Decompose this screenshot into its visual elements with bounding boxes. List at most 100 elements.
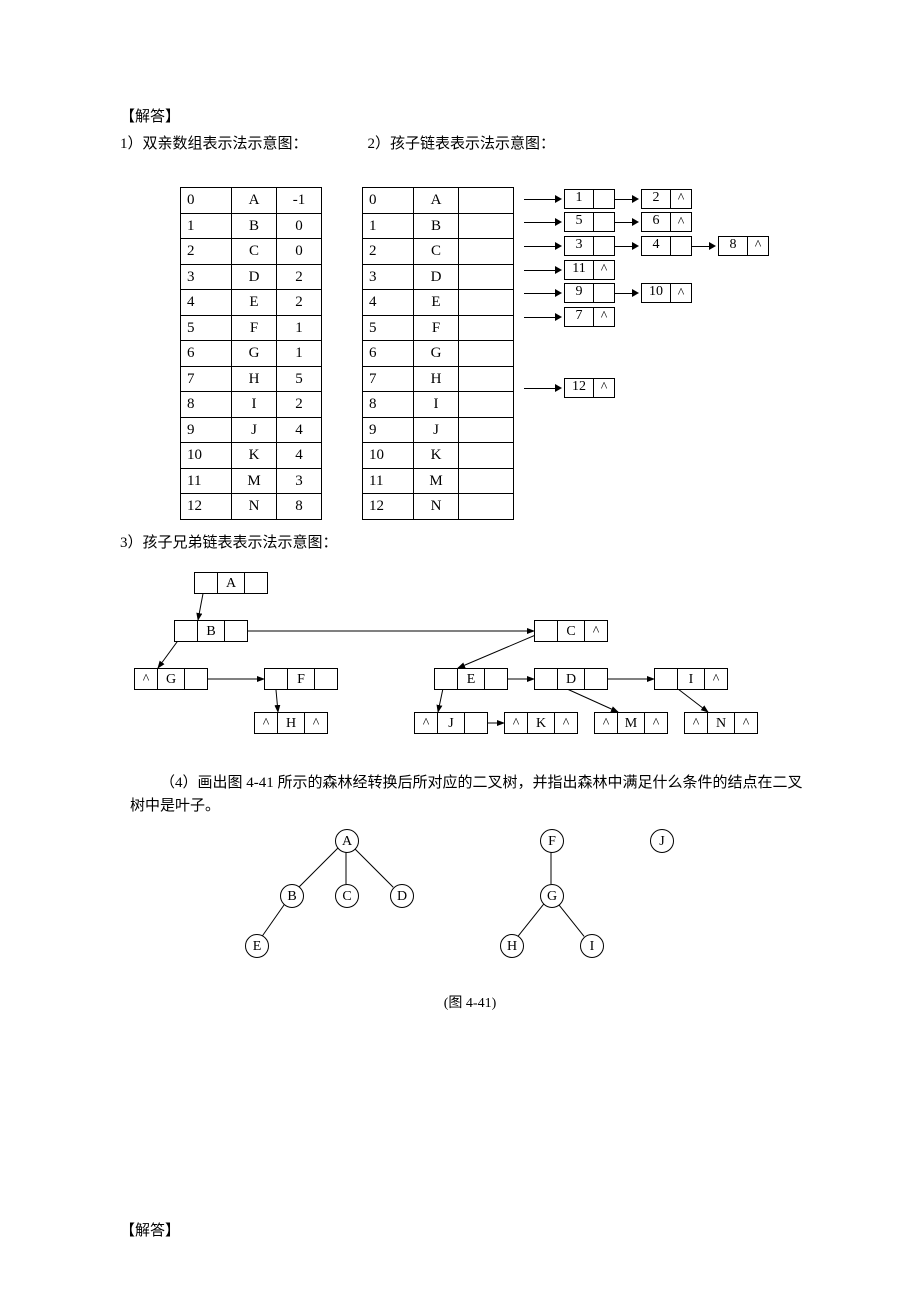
- chain-row: 11^: [524, 258, 769, 282]
- chain-node: 12^: [564, 378, 615, 398]
- table-cell: 5: [277, 366, 322, 392]
- chain-node: 5: [564, 212, 615, 232]
- table-cell: 12: [181, 494, 232, 520]
- table-cell: C: [414, 239, 459, 265]
- arrow-icon: [615, 187, 641, 210]
- arrow-icon: [524, 187, 564, 210]
- table-cell: 12: [363, 494, 414, 520]
- table-cell: M: [232, 468, 277, 494]
- table-cell: G: [414, 341, 459, 367]
- table-cell: [459, 443, 514, 469]
- table-cell: A: [232, 188, 277, 214]
- table-cell: [459, 264, 514, 290]
- table-cell: 2: [277, 392, 322, 418]
- table-cell: 1: [277, 341, 322, 367]
- table-cell: 4: [277, 443, 322, 469]
- table-cell: 2: [363, 239, 414, 265]
- table-cell: 1: [277, 315, 322, 341]
- tree-node: B: [280, 884, 304, 908]
- table-cell: 2: [181, 239, 232, 265]
- table-cell: 4: [277, 417, 322, 443]
- table-cell: 8: [277, 494, 322, 520]
- table-cell: C: [232, 239, 277, 265]
- table-cell: B: [232, 213, 277, 239]
- table-cell: E: [414, 290, 459, 316]
- cs-node: ^H^: [254, 712, 328, 734]
- cs-node: A: [194, 572, 268, 594]
- cs-node: E: [434, 668, 508, 690]
- tree-node: H: [500, 934, 524, 958]
- cs-node: ^N^: [684, 712, 758, 734]
- table-cell: [459, 290, 514, 316]
- table-cell: 0: [277, 213, 322, 239]
- arrow-icon: [524, 376, 564, 399]
- table-cell: A: [414, 188, 459, 214]
- table-cell: K: [414, 443, 459, 469]
- chain-node: 3: [564, 236, 615, 256]
- cs-node: ^K^: [504, 712, 578, 734]
- tree-node: A: [335, 829, 359, 853]
- answer-heading: 【解答】: [120, 106, 820, 129]
- table-cell: [459, 417, 514, 443]
- arrow-icon: [524, 234, 564, 257]
- table-cell: M: [414, 468, 459, 494]
- chain-row: 12^: [524, 376, 769, 400]
- table-cell: J: [414, 417, 459, 443]
- table-cell: 6: [363, 341, 414, 367]
- table-cell: 9: [363, 417, 414, 443]
- table-cell: 3: [277, 468, 322, 494]
- table-cell: 2: [277, 264, 322, 290]
- table-cell: 7: [363, 366, 414, 392]
- chain-row: 9 10^: [524, 281, 769, 305]
- cs-node: I^: [654, 668, 728, 690]
- chain-node: 8^: [718, 236, 769, 256]
- table-cell: 3: [363, 264, 414, 290]
- tree-node: G: [540, 884, 564, 908]
- table-cell: N: [232, 494, 277, 520]
- chain-node: 6^: [641, 212, 692, 232]
- chain-row: [524, 470, 769, 494]
- figure-caption: (图 4-41): [120, 993, 820, 1014]
- table-cell: 6: [181, 341, 232, 367]
- table-cell: G: [232, 341, 277, 367]
- subheading-2: 2）孩子链表表示法示意图：: [368, 133, 556, 156]
- table-cell: D: [232, 264, 277, 290]
- chain-row: 3 4 8^: [524, 234, 769, 258]
- cs-node: C^: [534, 620, 608, 642]
- table-cell: 8: [181, 392, 232, 418]
- table-cell: 4: [363, 290, 414, 316]
- table-cell: J: [232, 417, 277, 443]
- table-cell: [459, 392, 514, 418]
- table-cell: 2: [277, 290, 322, 316]
- arrow-icon: [615, 282, 641, 305]
- tree-node: I: [580, 934, 604, 958]
- chain-node: 2^: [641, 189, 692, 209]
- chain-node: 10^: [641, 283, 692, 303]
- chain-row: [524, 399, 769, 423]
- arrow-icon: [524, 282, 564, 305]
- cs-node: ^M^: [594, 712, 668, 734]
- child-list-chains: 12^56^348^11^910^7^12^: [524, 187, 769, 494]
- chain-node: 4: [641, 236, 692, 256]
- table-cell: 0: [277, 239, 322, 265]
- table-cell: 0: [363, 188, 414, 214]
- table-cell: 11: [363, 468, 414, 494]
- arrow-icon: [615, 211, 641, 234]
- tree-node: F: [540, 829, 564, 853]
- table-cell: F: [232, 315, 277, 341]
- arrow-icon: [524, 258, 564, 281]
- chain-row: [524, 423, 769, 447]
- chain-row: 5 6^: [524, 211, 769, 235]
- table-cell: K: [232, 443, 277, 469]
- table-cell: 0: [181, 188, 232, 214]
- table-cell: E: [232, 290, 277, 316]
- tree-node: E: [245, 934, 269, 958]
- chain-node: 7^: [564, 307, 615, 327]
- subheading-1: 1）双亲数组表示法示意图：: [120, 133, 308, 156]
- chain-node: 9: [564, 283, 615, 303]
- table-cell: [459, 468, 514, 494]
- arrow-icon: [524, 305, 564, 328]
- table-cell: 7: [181, 366, 232, 392]
- tree-node: J: [650, 829, 674, 853]
- child-list-table: 0A1B2C3D4E5F6G7H8I9J10K11M12N: [362, 187, 514, 520]
